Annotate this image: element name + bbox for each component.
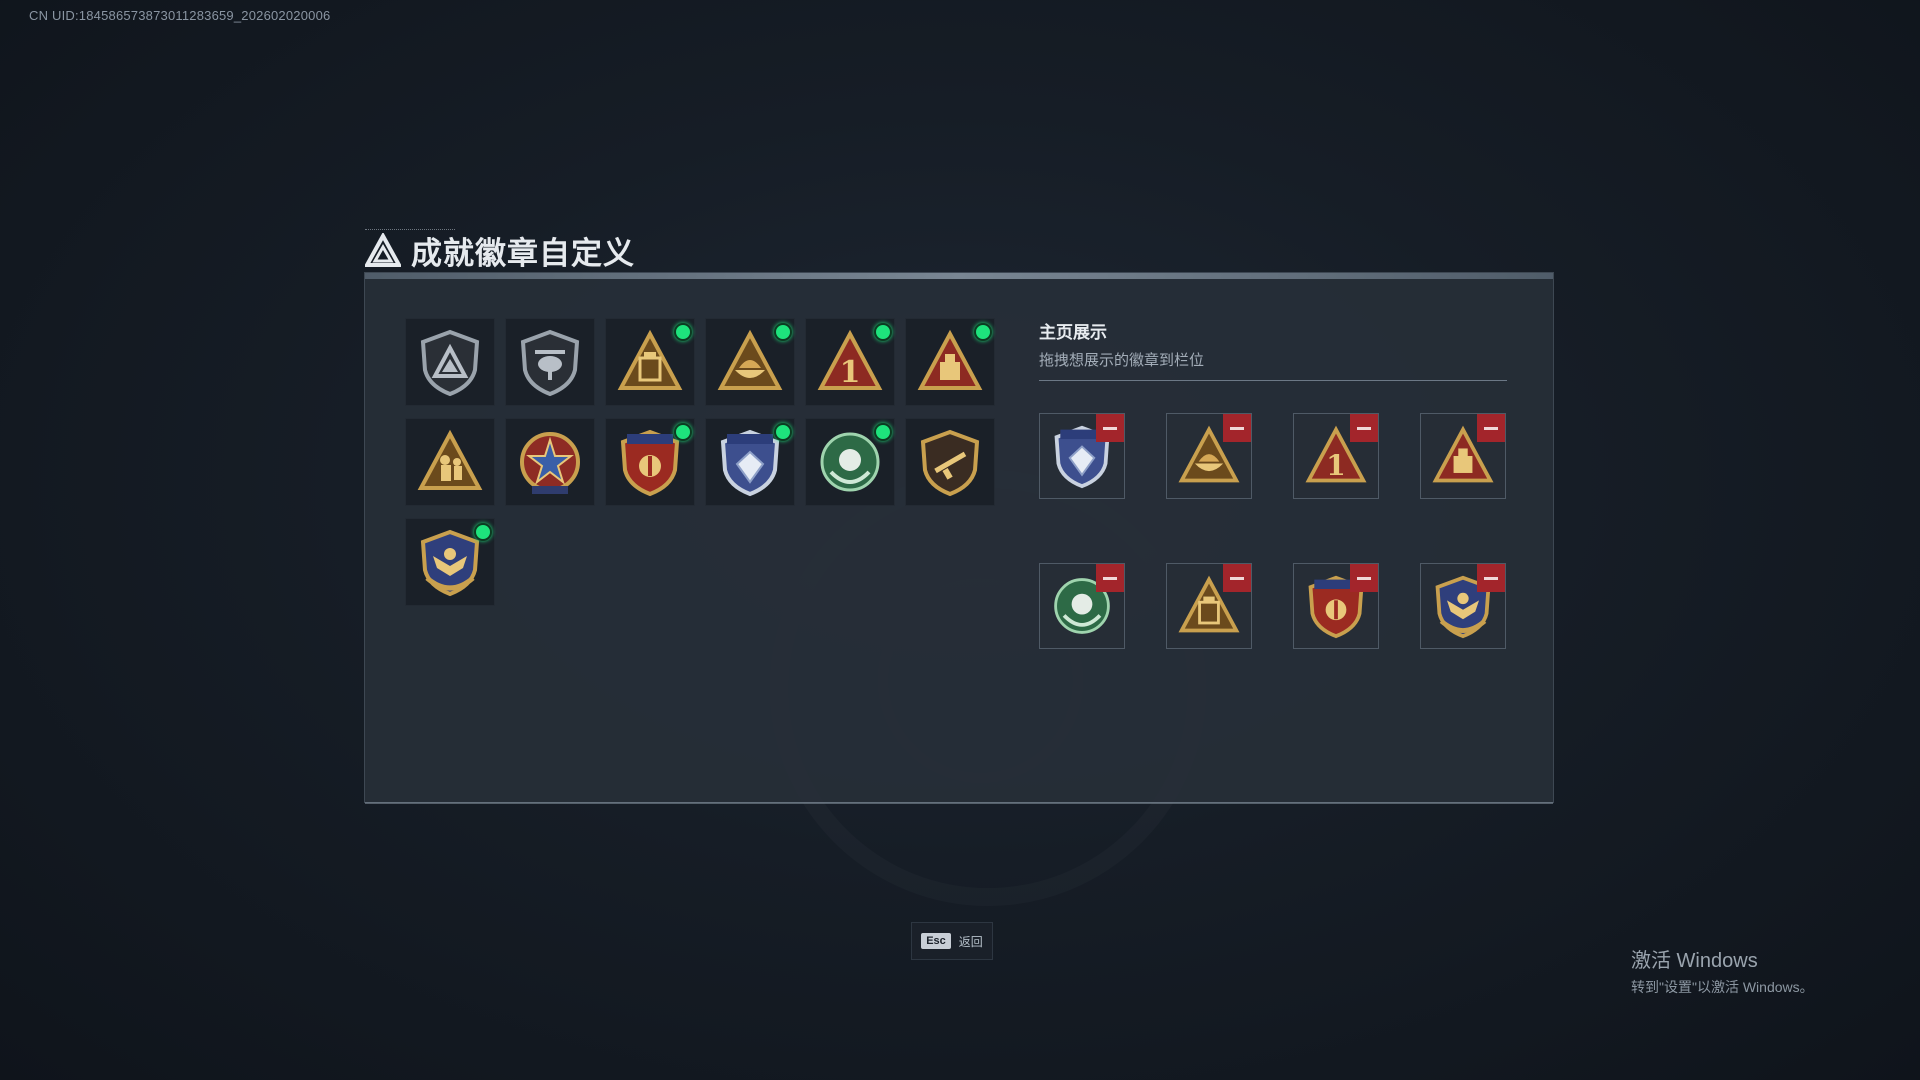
showcase-slot[interactable] xyxy=(1293,563,1379,649)
gold-triangle-soldier-badge[interactable] xyxy=(405,418,495,506)
showcase-slot[interactable] xyxy=(1039,563,1125,649)
shield-triangle-badge[interactable] xyxy=(405,318,495,406)
back-label: 返回 xyxy=(958,934,983,949)
gold-triangle-bowl-badge[interactable] xyxy=(705,318,795,406)
new-badge-indicator xyxy=(674,323,692,341)
rifle-shield-badge[interactable] xyxy=(905,418,995,506)
remove-badge-button[interactable] xyxy=(1350,414,1378,442)
delta-logo-icon xyxy=(365,232,401,267)
new-badge-indicator xyxy=(874,323,892,341)
watermark-title: 激活 Windows xyxy=(1631,950,1758,972)
red-triangle-one-badge[interactable]: 1 xyxy=(805,318,895,406)
panel-bottom-line xyxy=(365,802,1553,804)
showcase-slot[interactable] xyxy=(1166,413,1252,499)
showcase-title: 主页展示 xyxy=(1039,323,1107,342)
remove-badge-button[interactable] xyxy=(1223,414,1251,442)
showcase-slot[interactable] xyxy=(1039,413,1125,499)
gold-triangle-box-badge[interactable] xyxy=(605,318,695,406)
uid-label: CN UID:1845865738730112836​59_2026020200… xyxy=(29,8,331,23)
back-button[interactable]: Esc 返回 xyxy=(911,922,993,960)
new-badge-indicator xyxy=(674,423,692,441)
window-header: 成就徽章自定义 xyxy=(365,228,635,273)
watermark-subtitle: 转到"设置"以激活 Windows。 xyxy=(1631,979,1814,995)
gold-eagle-shield-badge[interactable] xyxy=(405,518,495,606)
windows-activation-watermark: 激活 Windows 转到"设置"以激活 Windows。 xyxy=(1631,944,1814,997)
remove-badge-button[interactable] xyxy=(1096,414,1124,442)
esc-key-hint: Esc xyxy=(921,933,951,949)
new-badge-indicator xyxy=(474,523,492,541)
new-badge-indicator xyxy=(974,323,992,341)
panel-top-bar xyxy=(365,273,1553,279)
homepage-showcase: 主页展示 拖拽想展示的徽章到栏位 1 xyxy=(1039,318,1507,649)
page-title: 成就徽章自定义 xyxy=(411,236,635,271)
showcase-slot[interactable]: 1 xyxy=(1293,413,1379,499)
svg-text:1: 1 xyxy=(1326,448,1346,482)
blue-crest-diamond-badge[interactable] xyxy=(705,418,795,506)
remove-badge-button[interactable] xyxy=(1350,564,1378,592)
new-badge-indicator xyxy=(774,423,792,441)
svg-text:1: 1 xyxy=(840,355,861,390)
showcase-slot[interactable] xyxy=(1420,563,1506,649)
star-medal-icon xyxy=(520,432,580,494)
red-star-medal-badge[interactable] xyxy=(505,418,595,506)
remove-badge-button[interactable] xyxy=(1223,564,1251,592)
new-badge-indicator xyxy=(874,423,892,441)
red-triangle-crate-badge[interactable] xyxy=(905,318,995,406)
showcase-slot[interactable] xyxy=(1420,413,1506,499)
remove-badge-button[interactable] xyxy=(1477,414,1505,442)
remove-badge-button[interactable] xyxy=(1477,564,1505,592)
badge-panel: 1 主页展示 拖拽想展示的徽章到栏位 1 xyxy=(364,272,1554,804)
triangle-soldier-icon xyxy=(417,429,483,490)
green-laurel-badge[interactable] xyxy=(805,418,895,506)
helicopter-shield-badge[interactable] xyxy=(505,318,595,406)
new-badge-indicator xyxy=(774,323,792,341)
showcase-slot[interactable] xyxy=(1166,563,1252,649)
showcase-divider xyxy=(1039,380,1507,381)
shield-triangle-icon xyxy=(420,329,480,397)
showcase-subtitle: 拖拽想展示的徽章到栏位 xyxy=(1039,352,1205,369)
helicopter-shield-icon xyxy=(520,329,580,397)
rifle-shield-icon xyxy=(920,429,980,497)
red-crest-stars-badge[interactable] xyxy=(605,418,695,506)
remove-badge-button[interactable] xyxy=(1096,564,1124,592)
